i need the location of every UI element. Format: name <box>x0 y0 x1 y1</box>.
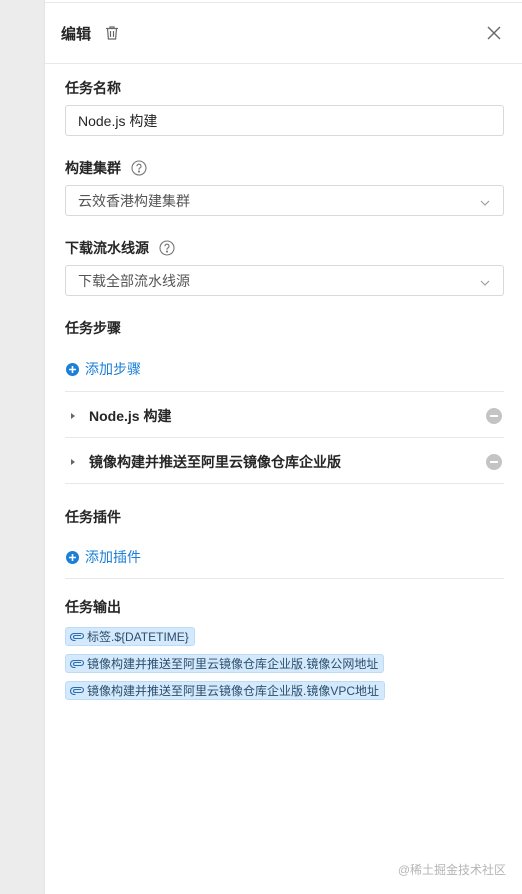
question-circle-icon[interactable] <box>131 160 147 176</box>
backdrop-strip <box>0 0 44 894</box>
watermark: @稀土掘金技术社区 <box>397 863 506 877</box>
remove-step-icon[interactable] <box>486 408 502 424</box>
remove-step-icon[interactable] <box>486 454 502 470</box>
caret-right-icon <box>69 457 77 467</box>
step-row-nodejs-build[interactable]: Node.js 构建 <box>65 394 504 438</box>
cluster-label: 构建集群 <box>65 158 147 178</box>
add-plugin-label: 添加插件 <box>85 549 141 565</box>
divider <box>65 578 504 579</box>
download-source-label-text: 下载流水线源 <box>65 240 149 256</box>
task-name-field[interactable] <box>65 105 504 136</box>
close-icon[interactable] <box>486 25 502 41</box>
steps-label: 任务步骤 <box>65 318 121 338</box>
question-circle-icon[interactable] <box>159 240 175 256</box>
steps-label-text: 任务步骤 <box>65 320 121 336</box>
plus-circle-icon <box>66 362 79 376</box>
output-tag[interactable]: 镜像构建并推送至阿里云镜像仓库企业版.镜像公网地址 <box>65 654 385 673</box>
task-name-label: 任务名称 <box>65 78 121 98</box>
divider <box>65 437 504 438</box>
outputs-label: 任务输出 <box>65 597 121 617</box>
step-row-image-push[interactable]: 镜像构建并推送至阿里云镜像仓库企业版 <box>65 440 504 484</box>
step-label: 镜像构建并推送至阿里云镜像仓库企业版 <box>89 454 341 470</box>
link-icon <box>70 686 85 696</box>
download-source-selected-value: 下载全部流水线源 <box>78 272 190 289</box>
trash-icon[interactable] <box>103 24 121 42</box>
cluster-select[interactable]: 云效香港构建集群 <box>65 185 504 216</box>
plugins-label-text: 任务插件 <box>65 509 121 525</box>
chevron-down-icon <box>479 276 491 288</box>
download-source-label: 下载流水线源 <box>65 238 175 258</box>
output-tag-label: 标签.${DATETIME} <box>87 630 189 644</box>
cluster-selected-value: 云效香港构建集群 <box>78 192 190 209</box>
outputs-label-text: 任务输出 <box>65 599 121 615</box>
link-icon <box>70 659 85 669</box>
cluster-label-text: 构建集群 <box>65 160 121 176</box>
chevron-down-icon <box>479 196 491 208</box>
output-tag-label: 镜像构建并推送至阿里云镜像仓库企业版.镜像VPC地址 <box>87 684 380 698</box>
link-icon <box>70 632 85 642</box>
caret-right-icon <box>69 411 77 421</box>
add-step-label: 添加步骤 <box>85 361 141 377</box>
divider <box>65 391 504 392</box>
output-tag[interactable]: 标签.${DATETIME} <box>65 627 195 646</box>
task-name-label-text: 任务名称 <box>65 80 121 96</box>
output-tag[interactable]: 镜像构建并推送至阿里云镜像仓库企业版.镜像VPC地址 <box>65 681 386 700</box>
edit-panel: 编辑 任务名称 构建集群 <box>44 0 522 894</box>
output-tag-label: 镜像构建并推送至阿里云镜像仓库企业版.镜像公网地址 <box>87 657 379 671</box>
divider <box>65 483 504 484</box>
task-name-input[interactable] <box>78 106 503 135</box>
download-source-select[interactable]: 下载全部流水线源 <box>65 265 504 296</box>
add-step-button[interactable]: 添加步骤 <box>66 359 141 379</box>
add-plugin-button[interactable]: 添加插件 <box>66 547 141 567</box>
plus-circle-icon <box>66 550 79 564</box>
panel-title: 编辑 <box>61 25 92 43</box>
panel-header: 编辑 <box>45 3 522 64</box>
step-label: Node.js 构建 <box>89 408 172 424</box>
plugins-label: 任务插件 <box>65 507 121 527</box>
